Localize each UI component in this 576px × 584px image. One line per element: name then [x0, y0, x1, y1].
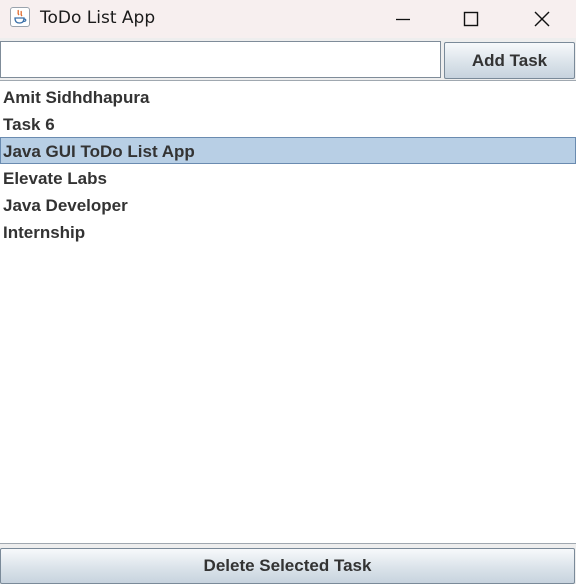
list-item-label: Java Developer	[3, 196, 128, 215]
list-item[interactable]: Amit Sidhdhapura	[0, 83, 576, 110]
list-item-selected[interactable]: Java GUI ToDo List App	[0, 137, 576, 164]
list-item-label: Internship	[3, 223, 86, 242]
add-task-button-label: Add Task	[471, 50, 548, 70]
minimize-button[interactable]	[369, 0, 437, 38]
list-item[interactable]: Java Developer	[0, 191, 576, 218]
window-title: ToDo List App	[40, 8, 156, 28]
delete-button-label: Delete Selected Task	[203, 556, 372, 575]
minimize-icon	[396, 18, 410, 21]
app-window: ToDo List App Add Task Amit Sidhdhapura …	[0, 0, 576, 584]
maximize-button[interactable]	[437, 0, 505, 38]
task-input[interactable]	[0, 41, 441, 78]
close-icon	[534, 11, 550, 27]
delete-selected-task-button[interactable]: Delete Selected Task	[0, 548, 575, 584]
list-item[interactable]: Internship	[0, 218, 576, 245]
java-cup-icon	[10, 7, 30, 27]
list-item[interactable]: Task 6	[0, 110, 576, 137]
title-bar[interactable]: ToDo List App	[0, 0, 576, 38]
list-item[interactable]: Elevate Labs	[0, 164, 576, 191]
list-item-label: Elevate Labs	[3, 169, 107, 188]
add-task-button[interactable]: Add Task	[444, 42, 575, 79]
task-list[interactable]: Amit Sidhdhapura Task 6 Java GUI ToDo Li…	[0, 80, 576, 544]
close-button[interactable]	[508, 0, 576, 38]
list-item-label: Task 6	[3, 115, 55, 134]
maximize-icon	[463, 11, 479, 27]
list-item-label: Java GUI ToDo List App	[3, 142, 195, 161]
list-item-label: Amit Sidhdhapura	[3, 88, 150, 107]
